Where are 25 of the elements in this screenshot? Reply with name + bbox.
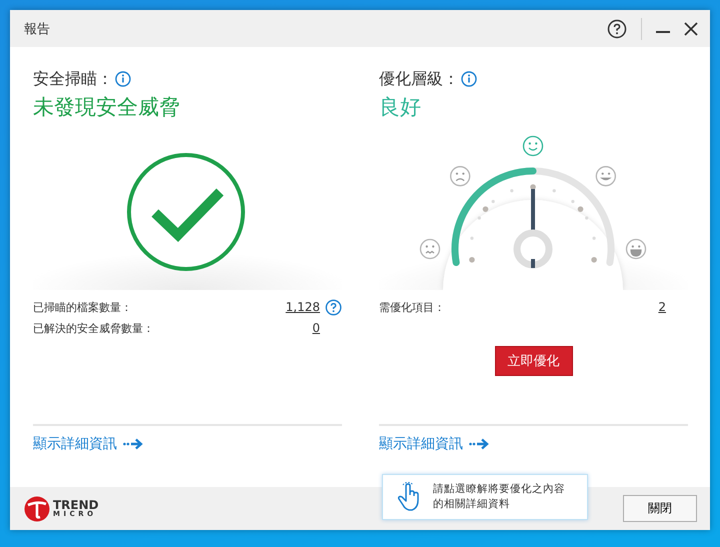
help-icon[interactable] [607,18,627,38]
details-link[interactable]: 顯示詳細資訊 [33,435,143,453]
details-link[interactable]: 顯示詳細資訊 [379,435,489,453]
stat-link[interactable]: 1,128 [286,300,320,314]
section-label: 優化層級： [379,68,459,90]
window-title: 報告 [24,20,50,38]
logo-icon [24,496,50,522]
section-label: 安全掃瞄： [33,68,113,90]
close-button[interactable]: 關閉 [623,495,697,522]
info-icon[interactable] [115,71,131,87]
status-text: 良好 [379,94,422,121]
info-icon[interactable] [461,71,477,87]
stat-link[interactable]: 0 [312,321,320,335]
close-icon[interactable] [684,22,698,36]
stat-label: 已掃瞄的檔案數量： [33,300,133,314]
tooltip-text: 請點選瞭解將要優化之內容的相關詳細資料 [433,482,566,512]
arrow-icon [469,438,489,450]
logo-text: TREND [53,499,99,511]
stat-label: 已解決的安全威脅數量： [33,320,155,336]
status-text: 未發現安全威脅 [33,94,181,121]
arrow-icon [123,438,143,450]
stat-label: 需優化項目： [379,300,446,314]
optimize-button[interactable]: 立即優化 [494,346,572,376]
checkmark-icon [127,153,245,271]
stat-link[interactable]: 2 [658,300,666,314]
